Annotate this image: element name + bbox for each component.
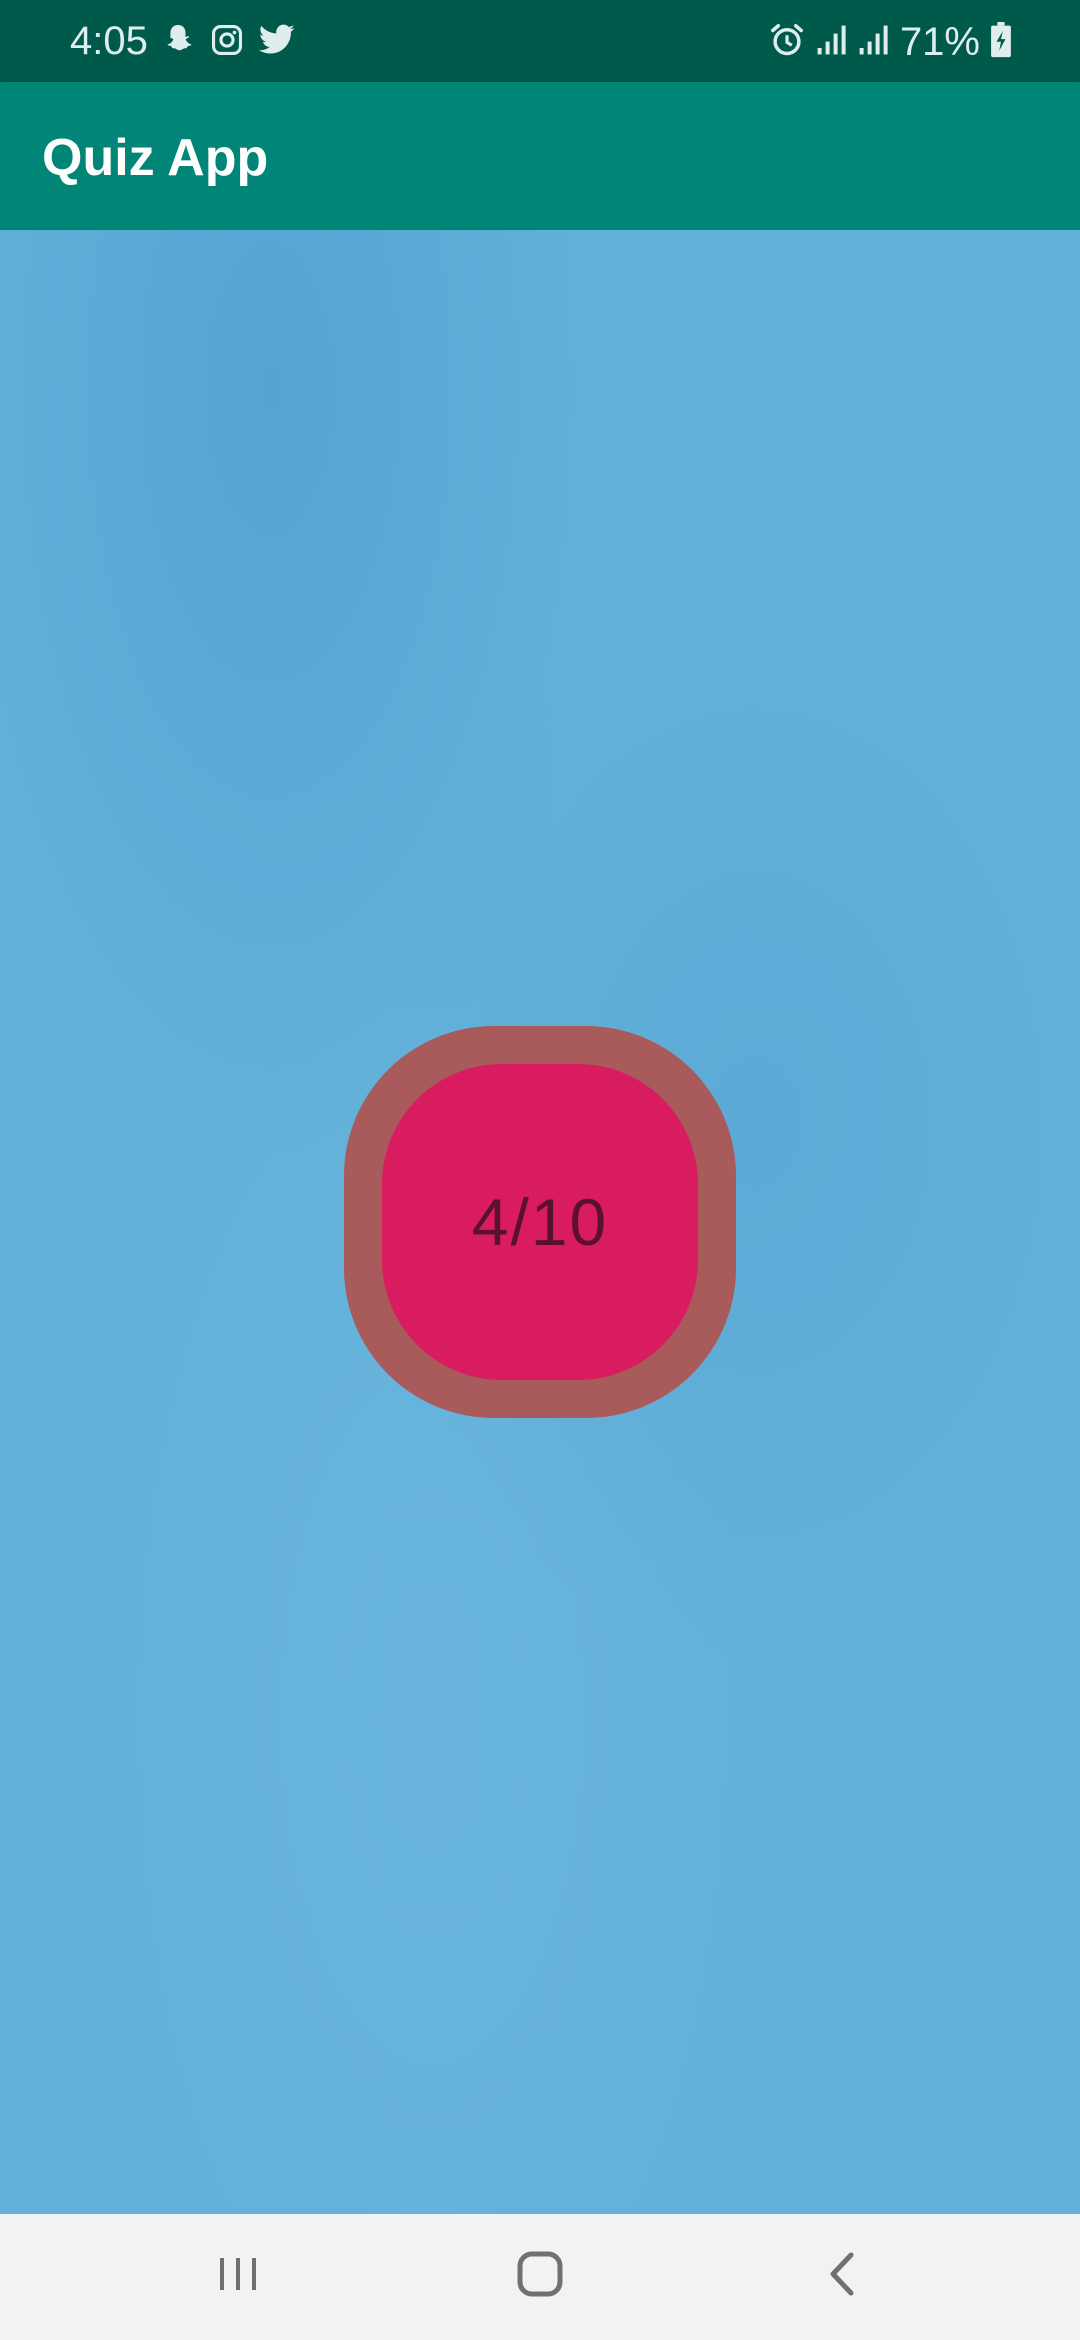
home-button[interactable] <box>500 2244 580 2308</box>
home-icon <box>517 2251 563 2302</box>
status-time: 4:05 <box>70 19 148 63</box>
twitter-icon <box>258 23 296 62</box>
score-text: 4/10 <box>471 1185 609 1259</box>
main-content: 4/10 <box>0 230 1080 2214</box>
score-badge: 4/10 <box>344 1026 736 1418</box>
navigation-bar <box>0 2214 1080 2340</box>
app-title: Quiz App <box>42 129 269 187</box>
recent-apps-icon <box>216 2254 260 2299</box>
battery-charging-icon <box>990 21 1012 63</box>
status-bar: 4:05 71% <box>0 0 1080 82</box>
system-status-icons: 71% <box>768 18 1012 66</box>
back-button[interactable] <box>802 2244 882 2308</box>
recent-apps-button[interactable] <box>198 2244 278 2308</box>
notification-icons <box>160 20 296 64</box>
signal-icon <box>816 23 848 62</box>
back-icon <box>827 2251 857 2302</box>
score-badge-inner: 4/10 <box>382 1064 698 1380</box>
battery-percent: 71% <box>899 20 980 64</box>
instagram-icon <box>210 23 244 62</box>
signal-icon <box>858 23 890 62</box>
app-bar: Quiz App <box>0 82 1080 230</box>
alarm-icon <box>768 21 806 64</box>
snapchat-icon <box>160 22 196 63</box>
